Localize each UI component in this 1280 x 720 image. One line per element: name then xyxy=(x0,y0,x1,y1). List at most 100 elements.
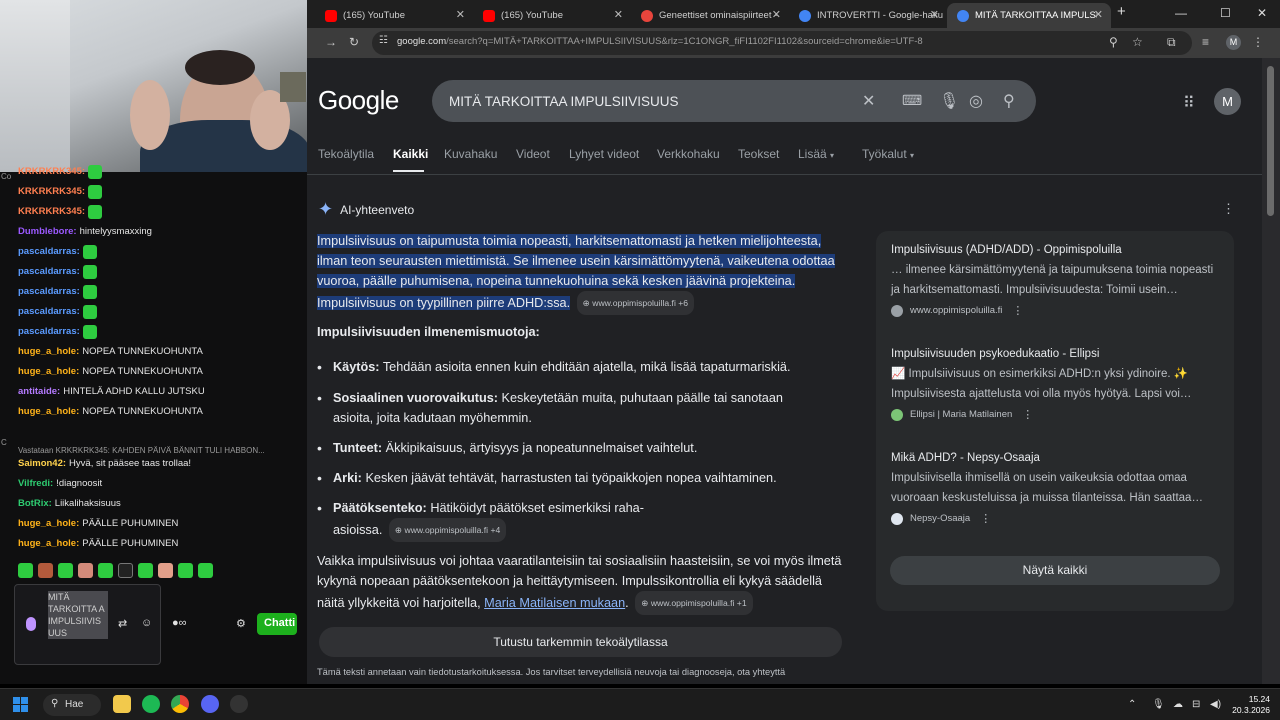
reload-icon[interactable]: ↻ xyxy=(349,35,359,49)
google-logo[interactable]: Google xyxy=(318,85,399,116)
show-all-button[interactable]: Näytä kaikki xyxy=(890,556,1220,585)
microphone-icon[interactable]: 🎙 xyxy=(939,91,959,111)
chat-username[interactable]: KRKRKRK345: xyxy=(18,162,85,182)
tray-microphone-icon[interactable]: 🎙 xyxy=(1152,699,1165,710)
browser-tab[interactable]: INTROVERTTI - Google-haku ✕ xyxy=(789,3,947,28)
tab-images[interactable]: Kuvahaku xyxy=(444,147,497,161)
emote-icon[interactable] xyxy=(198,563,213,578)
obs-icon[interactable] xyxy=(230,695,248,713)
source-card[interactable]: Mikä ADHD? - Nepsy-Osaaja Impulsiivisell… xyxy=(891,452,1216,525)
emote-icon[interactable] xyxy=(58,563,73,578)
browser-tab[interactable]: Geneettiset ominaispiirteet - M ✕ xyxy=(631,3,789,28)
close-tab-icon[interactable]: ✕ xyxy=(930,8,939,21)
close-window-icon[interactable]: ✕ xyxy=(1257,6,1267,20)
emote-icon[interactable] xyxy=(38,563,53,578)
source-card-title[interactable]: Impulsiivisuuden psykoedukaatio - Ellips… xyxy=(891,348,1216,360)
close-tab-icon[interactable]: ✕ xyxy=(456,8,465,21)
chat-username[interactable]: huge_a_hole: xyxy=(18,362,79,382)
source-chip[interactable]: ⊕ www.oppimispoluilla.fi +4 xyxy=(388,518,507,542)
forward-icon[interactable]: → xyxy=(325,35,337,49)
mic-icon[interactable] xyxy=(26,617,36,631)
clear-search-icon[interactable]: ✕ xyxy=(862,91,875,111)
chat-input-field[interactable]: MITÄ TARKOITTA A IMPULSIIVIS UUS xyxy=(14,584,161,665)
emote-quick-row[interactable] xyxy=(18,563,213,578)
scrollbar-thumb[interactable] xyxy=(1267,66,1274,216)
menu-icon[interactable]: ⋮ xyxy=(1252,35,1264,49)
profile-avatar[interactable]: M xyxy=(1226,35,1241,50)
tray-volume-icon[interactable]: ◀) xyxy=(1210,699,1221,710)
search-icon[interactable]: ⚲ xyxy=(1003,91,1015,111)
media-icon[interactable]: ≡ xyxy=(1202,35,1209,49)
taskbar-clock[interactable]: 15.24 20.3.2026 xyxy=(1232,694,1270,716)
chat-username[interactable]: pascaldarras: xyxy=(18,322,80,342)
emoji-icon[interactable]: ☺ xyxy=(141,617,152,629)
google-apps-icon[interactable]: ⠿ xyxy=(1183,93,1195,113)
more-options-icon[interactable]: ⋮ xyxy=(1022,408,1033,421)
page-scrollbar[interactable] xyxy=(1262,58,1280,684)
windows-start-icon[interactable] xyxy=(13,697,29,713)
chat-username[interactable]: pascaldarras: xyxy=(18,262,80,282)
emote-icon[interactable] xyxy=(98,563,113,578)
tab-videos[interactable]: Videot xyxy=(516,147,550,161)
tray-chevron-icon[interactable]: ⌃ xyxy=(1128,699,1136,710)
search-input[interactable]: MITÄ TARKOITTAA IMPULSIIVISUUS ✕ ⌨ 🎙 ◎ ⚲ xyxy=(432,80,1036,122)
tab-more[interactable]: Lisää ▾ xyxy=(798,147,834,161)
discord-icon[interactable] xyxy=(201,695,219,713)
tray-cloud-icon[interactable]: ☁ xyxy=(1173,699,1183,710)
close-tab-icon[interactable]: ✕ xyxy=(614,8,623,21)
chat-username[interactable]: huge_a_hole: xyxy=(18,402,79,422)
emote-icon[interactable] xyxy=(158,563,173,578)
maria-matilainen-link[interactable]: Maria Matilaisen mukaan xyxy=(484,596,625,610)
chat-username[interactable]: Vilfredi: xyxy=(18,474,53,494)
more-options-icon[interactable]: ⋮ xyxy=(1222,201,1235,217)
chat-username[interactable]: huge_a_hole: xyxy=(18,534,79,554)
tab-web[interactable]: Verkkohaku xyxy=(657,147,720,161)
chat-username[interactable]: Dumblebore: xyxy=(18,222,77,242)
extensions-icon[interactable]: ⧉ xyxy=(1167,35,1176,50)
site-info-icon[interactable]: ☷ xyxy=(379,35,388,46)
source-card-title[interactable]: Mikä ADHD? - Nepsy-Osaaja xyxy=(891,452,1216,464)
emote-icon[interactable] xyxy=(178,563,193,578)
browser-tab-active[interactable]: MITÄ TARKOITTAA IMPULSIIVISUUS ✕ xyxy=(947,3,1111,28)
chat-username[interactable]: huge_a_hole: xyxy=(18,342,79,362)
emote-icon[interactable] xyxy=(138,563,153,578)
address-bar[interactable]: ☷ google.com/search?q=MITÄ+TARKOITTAA+IM… xyxy=(372,31,1192,55)
account-avatar[interactable]: M xyxy=(1214,88,1241,115)
tab-books[interactable]: Teokset xyxy=(738,147,779,161)
chat-username[interactable]: BotRix: xyxy=(18,494,52,514)
source-card-title[interactable]: Impulsiivisuus (ADHD/ADD) - Oppimispolui… xyxy=(891,244,1216,256)
chat-username[interactable]: pascaldarras: xyxy=(18,302,80,322)
source-card[interactable]: Impulsiivisuuden psykoedukaatio - Ellips… xyxy=(891,348,1216,421)
close-tab-icon[interactable]: ✕ xyxy=(1094,8,1103,21)
more-options-icon[interactable]: ⋮ xyxy=(980,512,991,525)
chat-username[interactable]: antitaide: xyxy=(18,382,60,402)
minimize-icon[interactable]: — xyxy=(1175,6,1187,20)
maximize-icon[interactable]: ☐ xyxy=(1220,6,1231,20)
zoom-icon[interactable]: ⚲ xyxy=(1109,35,1118,49)
keyboard-icon[interactable]: ⌨ xyxy=(902,92,922,109)
chat-username[interactable]: Saimon42: xyxy=(18,454,66,474)
chrome-icon[interactable] xyxy=(171,695,189,713)
tab-short-videos[interactable]: Lyhyet videot xyxy=(569,147,639,161)
chat-username[interactable]: KRKRKRK345: xyxy=(18,202,85,222)
tray-network-icon[interactable]: ⊟ xyxy=(1192,699,1200,710)
tab-ai-mode[interactable]: Tekoälytila xyxy=(318,147,374,161)
lens-icon[interactable]: ◎ xyxy=(969,91,983,111)
browser-tab[interactable]: (165) YouTube ✕ xyxy=(473,3,631,28)
tab-tools[interactable]: Työkalut ▾ xyxy=(862,147,914,161)
emote-icon[interactable] xyxy=(18,563,33,578)
source-card[interactable]: Impulsiivisuus (ADHD/ADD) - Oppimispolui… xyxy=(891,244,1216,317)
new-tab-icon[interactable]: + xyxy=(1117,3,1126,20)
chat-username[interactable]: KRKRKRK345: xyxy=(18,182,85,202)
chat-username[interactable]: pascaldarras: xyxy=(18,242,80,262)
chat-username[interactable]: pascaldarras: xyxy=(18,282,80,302)
spotify-icon[interactable] xyxy=(142,695,160,713)
tab-all[interactable]: Kaikki xyxy=(393,147,428,161)
translate-icon[interactable]: ⇄ xyxy=(118,617,127,630)
source-chip[interactable]: ⊕ www.oppimispoluilla.fi +1 xyxy=(635,591,753,615)
emote-icon[interactable] xyxy=(118,563,133,578)
settings-icon[interactable]: ⚙ xyxy=(236,617,246,630)
points-icon[interactable]: ●∞ xyxy=(172,617,187,629)
browser-tab[interactable]: (165) YouTube ✕ xyxy=(315,3,473,28)
taskbar-search[interactable]: ⚲ Hae xyxy=(43,694,101,716)
